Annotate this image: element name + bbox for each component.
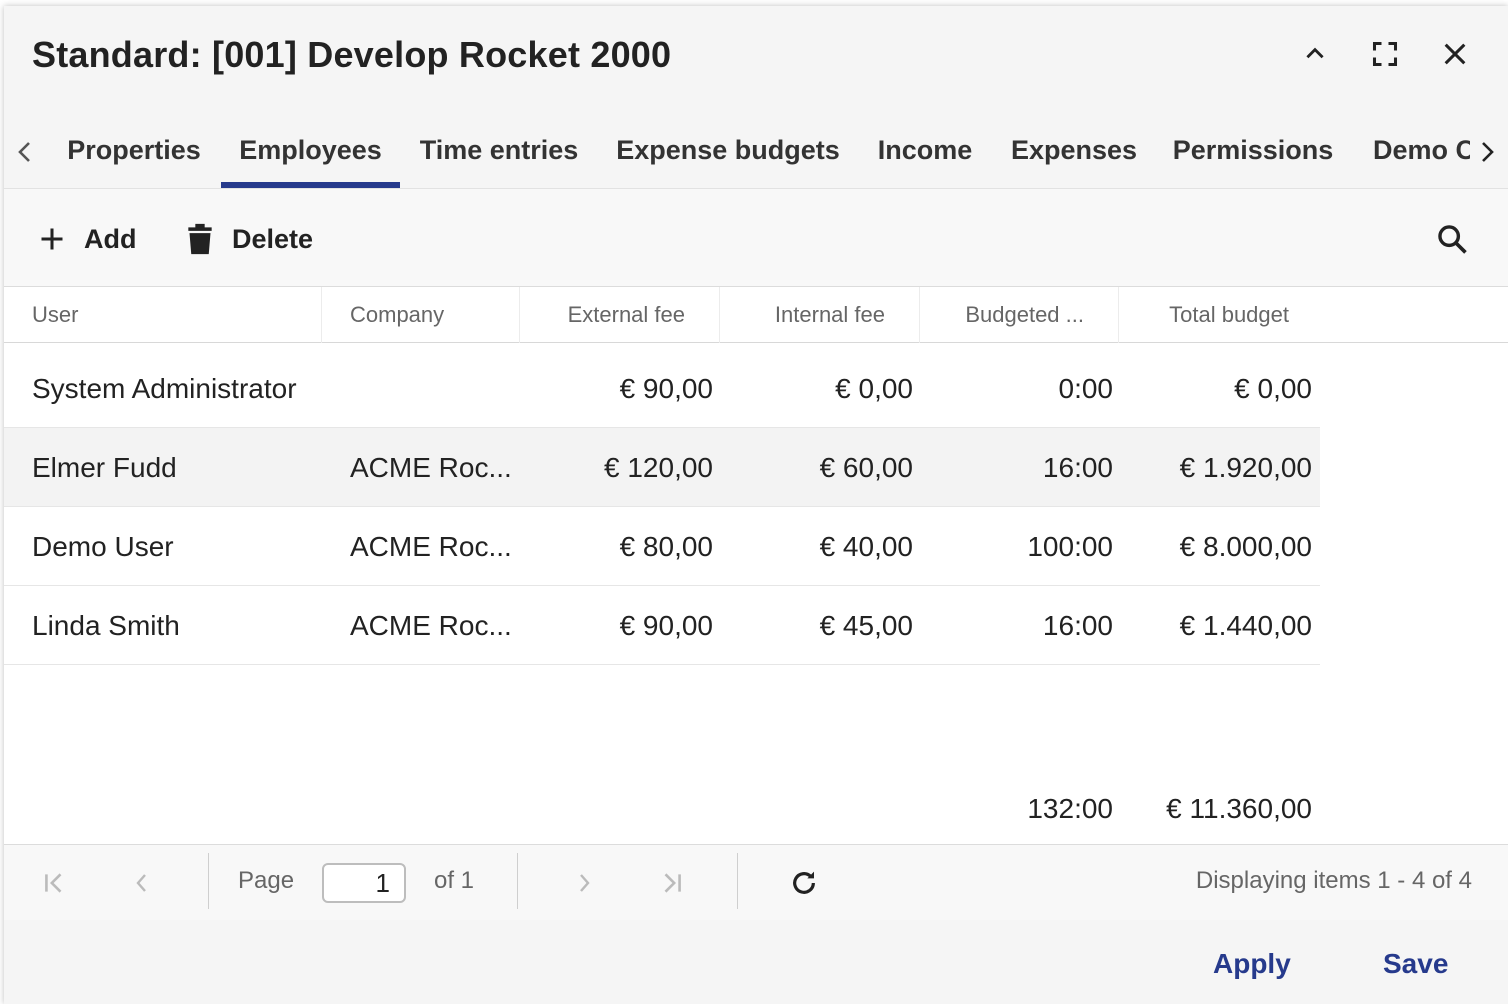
page-label: Page [238,867,295,894]
cell-external-fee: € 90,00 [619,609,713,641]
chevron-left-icon [136,874,146,892]
table-row[interactable]: System Administrator € 90,00 € 0,00 0:00… [4,349,1320,428]
cell-company: ACME Roc... [350,609,512,641]
employees-panel: Add Delete User Company External fee Int… [4,188,1508,844]
cell-external-fee: € 80,00 [619,530,713,562]
tab-expenses[interactable]: Expenses [1000,112,1148,188]
cell-external-fee: € 90,00 [619,372,713,404]
cell-total-budget: € 1.440,00 [1179,609,1312,641]
cell-total-budget: € 1.920,00 [1179,451,1312,483]
tab-expense-budgets[interactable]: Expense budgets [604,112,852,188]
cell-internal-fee: € 45,00 [819,609,913,641]
tab-scroll-right-button[interactable] [1472,132,1502,172]
add-button[interactable]: Add [38,219,136,259]
grid-header: User Company External fee Internal fee B… [4,287,1508,343]
dialog-footer: Apply Save [4,920,1508,1004]
apply-button[interactable]: Apply [1213,948,1291,980]
chevron-left-icon [18,142,30,162]
column-header-external-fee[interactable]: External fee [520,287,720,343]
next-page-button[interactable] [564,865,604,901]
close-icon [1444,43,1466,65]
add-button-label: Add [84,223,137,254]
summary-budgeted: 132:00 [1027,793,1113,824]
pagination-bar: Page of 1 Displaying items 1 - 4 of 4 [4,844,1508,920]
column-header-internal-fee[interactable]: Internal fee [720,287,920,343]
collapse-button[interactable] [1297,36,1333,72]
refresh-icon [793,871,815,894]
delete-button[interactable]: Delete [186,219,313,259]
cell-external-fee: € 120,00 [604,451,713,483]
table-row[interactable]: Linda Smith ACME Roc... € 90,00 € 45,00 … [4,586,1320,665]
maximize-button[interactable] [1367,36,1403,72]
grid-toolbar: Add Delete [4,189,1508,287]
cell-company: ACME Roc... [350,451,512,483]
search-button[interactable] [1432,219,1472,259]
previous-page-button[interactable] [122,865,162,901]
cell-user: Elmer Fudd [32,451,177,483]
chevron-right-icon [580,874,590,892]
tab-scroll-left-button[interactable] [10,132,40,172]
pager-separator [208,853,209,909]
cell-budgeted: 100:00 [1027,530,1113,562]
cell-total-budget: € 8.000,00 [1179,530,1312,562]
first-page-icon [45,873,62,893]
page-number-input[interactable] [322,863,406,903]
save-button[interactable]: Save [1383,948,1448,980]
tab-income[interactable]: Income [862,112,988,188]
dialog-header: Standard: [001] Develop Rocket 2000 [4,6,1508,106]
trash-icon [188,223,212,255]
delete-button-label: Delete [232,223,314,254]
cell-internal-fee: € 0,00 [835,372,913,404]
column-header-budgeted[interactable]: Budgeted ... [920,287,1119,343]
cell-company: ACME Roc... [350,530,512,562]
page-count-label: of 1 [434,867,475,894]
last-page-icon [664,873,681,893]
refresh-button[interactable] [784,865,824,901]
last-page-button[interactable] [652,865,692,901]
cell-internal-fee: € 40,00 [819,530,913,562]
tab-bar: Properties Employees Time entries Expens… [4,112,1508,188]
plus-icon [41,228,63,250]
search-icon [1438,225,1467,254]
pager-separator [737,853,738,909]
cell-user: System Administrator [32,372,297,404]
pager-info: Displaying items 1 - 4 of 4 [1195,867,1472,894]
chevron-right-icon [1482,142,1494,162]
cell-user: Linda Smith [32,609,180,641]
cell-budgeted: 16:00 [1042,451,1113,483]
cell-company [350,349,520,428]
column-header-company[interactable]: Company [322,287,520,343]
column-header-user[interactable]: User [4,287,322,343]
cell-budgeted: 16:00 [1042,609,1113,641]
fullscreen-icon [1372,41,1398,67]
tab-properties[interactable]: Properties [50,112,218,188]
cell-internal-fee: € 60,00 [819,451,913,483]
summary-total-budget: € 11.360,00 [1166,793,1312,824]
tab-employees[interactable]: Employees [221,112,400,188]
cell-budgeted: 0:00 [1058,372,1114,404]
tab-permissions[interactable]: Permissions [1162,112,1344,188]
tab-time-entries[interactable]: Time entries [407,112,591,188]
first-page-button[interactable] [34,865,74,901]
table-row[interactable]: Elmer Fudd ACME Roc... € 120,00 € 60,00 … [4,428,1320,507]
project-dialog: Standard: [001] Develop Rocket 2000 Prop… [4,6,1508,1004]
table-row[interactable]: Demo User ACME Roc... € 80,00 € 40,00 10… [4,507,1320,586]
dialog-title: Standard: [001] Develop Rocket 2000 [32,34,672,75]
close-button[interactable] [1437,36,1473,72]
cell-total-budget: € 0,00 [1234,372,1312,404]
column-header-total-budget[interactable]: Total budget [1119,287,1319,343]
pager-separator [517,853,518,909]
cell-user: Demo User [32,530,174,562]
chevron-up-icon [1306,47,1324,59]
tab-demo[interactable]: Demo C [1370,112,1470,188]
